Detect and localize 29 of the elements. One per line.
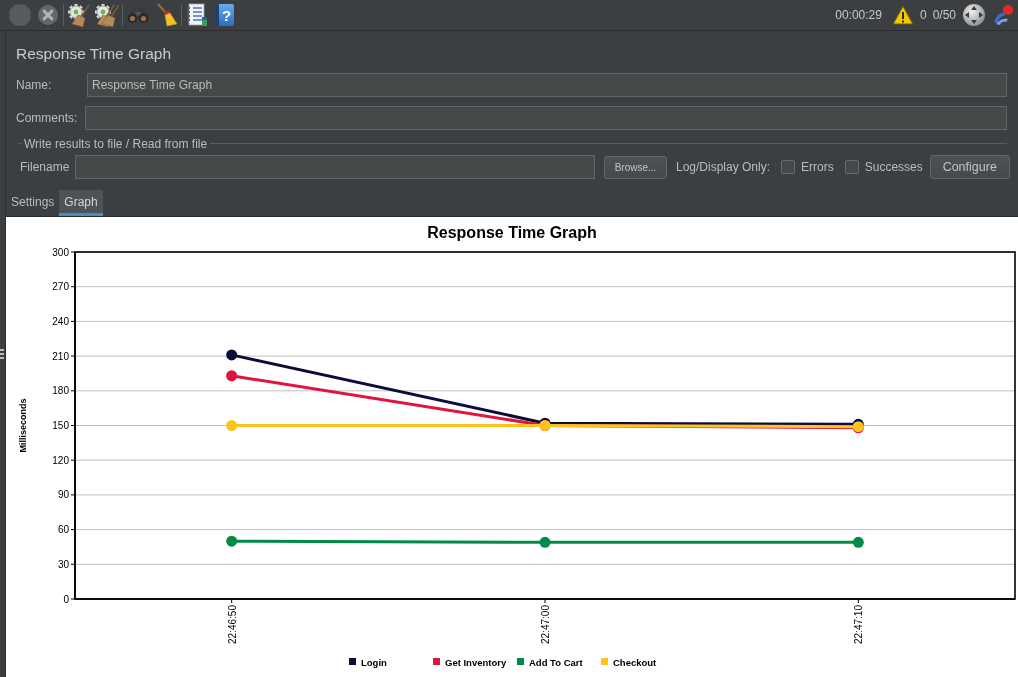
axis-tick-label: 0 <box>63 593 69 605</box>
field-label: Filename <box>20 160 70 174</box>
axis-tick-label: 22:47:10 <box>853 605 865 644</box>
section-title: Write results to file / Read from file <box>24 136 208 151</box>
axis-tick-label: 300 <box>52 246 69 258</box>
axis-tick-label: 270 <box>52 281 69 293</box>
axis-tick-label: 90 <box>57 489 69 501</box>
legend-label: Get Inventory <box>445 656 507 668</box>
panel-title: Response Time Graph <box>16 44 172 64</box>
field-label: Comments: <box>16 111 78 125</box>
axis-tick-label: 210 <box>52 350 69 362</box>
axis-tick-label: 180 <box>52 385 69 397</box>
axis-tick-label: 60 <box>57 524 69 536</box>
field-label: Log/Display Only: <box>676 160 771 174</box>
thread-count: 0/50 <box>932 8 956 22</box>
elapsed-time: 00:00:29 <box>835 8 882 22</box>
axis-title: Milliseconds <box>18 398 28 453</box>
axis-tick-label: 150 <box>52 420 69 431</box>
axis-tick-label: 22:46:50 <box>226 605 238 644</box>
legend-label: Checkout <box>613 656 657 668</box>
legend-label: Login <box>361 656 387 668</box>
warning-count: 0 <box>919 8 927 22</box>
chart-title: Response Time Graph <box>427 224 597 241</box>
axis-tick-label: 120 <box>52 454 69 466</box>
axis-tick-label: 22:47:00 <box>540 605 551 644</box>
axis-tick-label: 30 <box>57 558 69 570</box>
field-label: Name: <box>16 78 52 92</box>
axis-tick-label: 240 <box>52 315 69 327</box>
legend-label: Add To Cart <box>529 656 583 668</box>
